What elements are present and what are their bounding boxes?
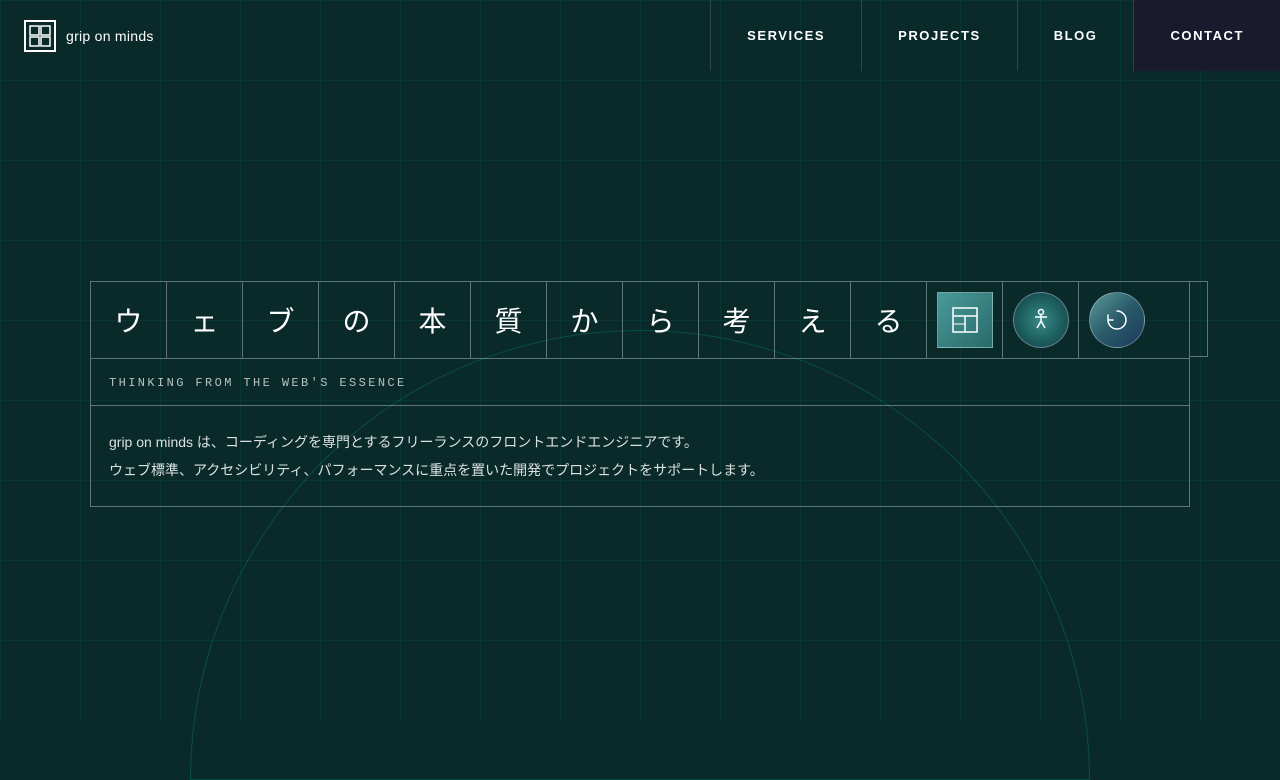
nav-contact[interactable]: CONTACT	[1133, 0, 1280, 71]
logo-area: grip on minds	[0, 0, 710, 71]
description-text: grip on minds は、コーディングを専門とするフリーランスのフロントエ…	[109, 428, 1171, 484]
char-cell-2: ブ	[243, 282, 319, 358]
logo-text: grip on minds	[66, 28, 154, 44]
char-cell-5: 質	[471, 282, 547, 358]
nav-projects[interactable]: PROJECTS	[861, 0, 1017, 71]
icon-cell-accessibility	[1003, 282, 1079, 358]
icon-cell-html	[927, 282, 1003, 358]
subtitle-bar: THINKING FROM THE WEB'S ESSENCE	[90, 359, 1190, 406]
description-box: grip on minds は、コーディングを専門とするフリーランスのフロントエ…	[90, 406, 1190, 507]
char-cell-7: ら	[623, 282, 699, 358]
performance-icon	[1089, 292, 1145, 348]
char-cell-8: 考	[699, 282, 775, 358]
char-cell-3: の	[319, 282, 395, 358]
header: grip on minds SERVICES PROJECTS BLOG CON…	[0, 0, 1280, 71]
char-cell-4: 本	[395, 282, 471, 358]
char-cell-10: る	[851, 282, 927, 358]
char-cell-6: か	[547, 282, 623, 358]
char-cell-1: ェ	[167, 282, 243, 358]
icon-cell-performance	[1079, 282, 1155, 358]
description-line1: grip on minds は、コーディングを専門とするフリーランスのフロントエ…	[109, 434, 698, 450]
char-cell-9: え	[775, 282, 851, 358]
char-cell-0: ウ	[91, 282, 167, 358]
subtitle-text: THINKING FROM THE WEB'S ESSENCE	[109, 376, 407, 390]
description-line2: ウェブ標準、アクセシビリティ、パフォーマンスに重点を置いた開発でプロジェクトをサ…	[109, 462, 764, 478]
html-icon	[937, 292, 993, 348]
character-grid-wrapper: ウ ェ ブ の 本 質 か ら 考 え る	[90, 281, 1190, 359]
character-grid: ウ ェ ブ の 本 質 か ら 考 え る	[90, 281, 1190, 359]
grid-right-extend	[1190, 281, 1208, 357]
nav-services[interactable]: SERVICES	[710, 0, 861, 71]
nav-blog[interactable]: BLOG	[1017, 0, 1134, 71]
accessibility-icon	[1013, 292, 1069, 348]
main-content: ウ ェ ブ の 本 質 か ら 考 え る	[0, 281, 1280, 507]
main-nav: SERVICES PROJECTS BLOG CONTACT	[710, 0, 1280, 71]
logo-icon	[24, 20, 56, 52]
